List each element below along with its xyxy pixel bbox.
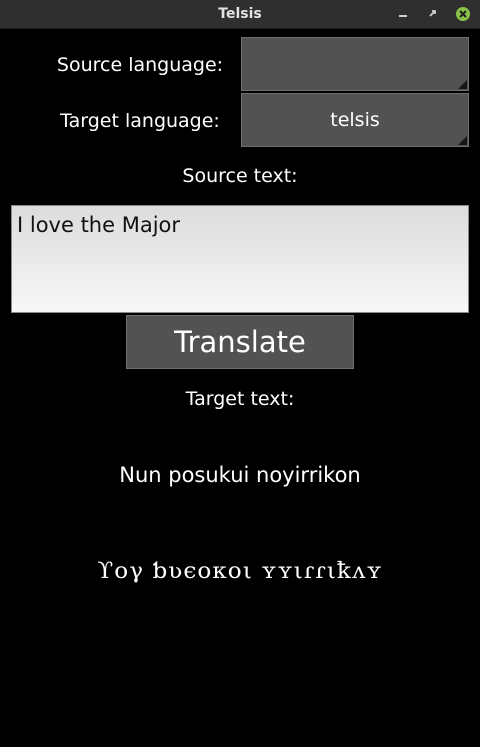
maximize-icon[interactable] bbox=[425, 6, 441, 22]
translate-button[interactable]: Translate bbox=[126, 315, 354, 369]
source-language-label: Source language: bbox=[56, 54, 224, 76]
source-text-label: Source text: bbox=[182, 165, 298, 187]
target-language-dropdown[interactable]: telsis bbox=[241, 93, 469, 147]
dropdown-corner-icon bbox=[458, 80, 467, 89]
source-text-input[interactable]: I love the Major bbox=[11, 205, 469, 313]
source-language-dropdown[interactable] bbox=[241, 37, 469, 91]
close-icon[interactable] bbox=[455, 6, 471, 22]
window-titlebar[interactable]: Telsis bbox=[0, 0, 480, 29]
translated-text: Nun posukui noyirrikon bbox=[119, 463, 361, 487]
telsis-script-text: ϒογ ƅʋєoκoι ʏʏιɾɾιꝁʌʏ bbox=[97, 559, 383, 584]
dropdown-corner-icon bbox=[458, 136, 467, 145]
minimize-icon[interactable] bbox=[395, 6, 411, 22]
target-language-label: Target language: bbox=[60, 110, 220, 132]
target-language-value: telsis bbox=[330, 109, 380, 131]
target-text-label: Target text: bbox=[185, 388, 295, 410]
